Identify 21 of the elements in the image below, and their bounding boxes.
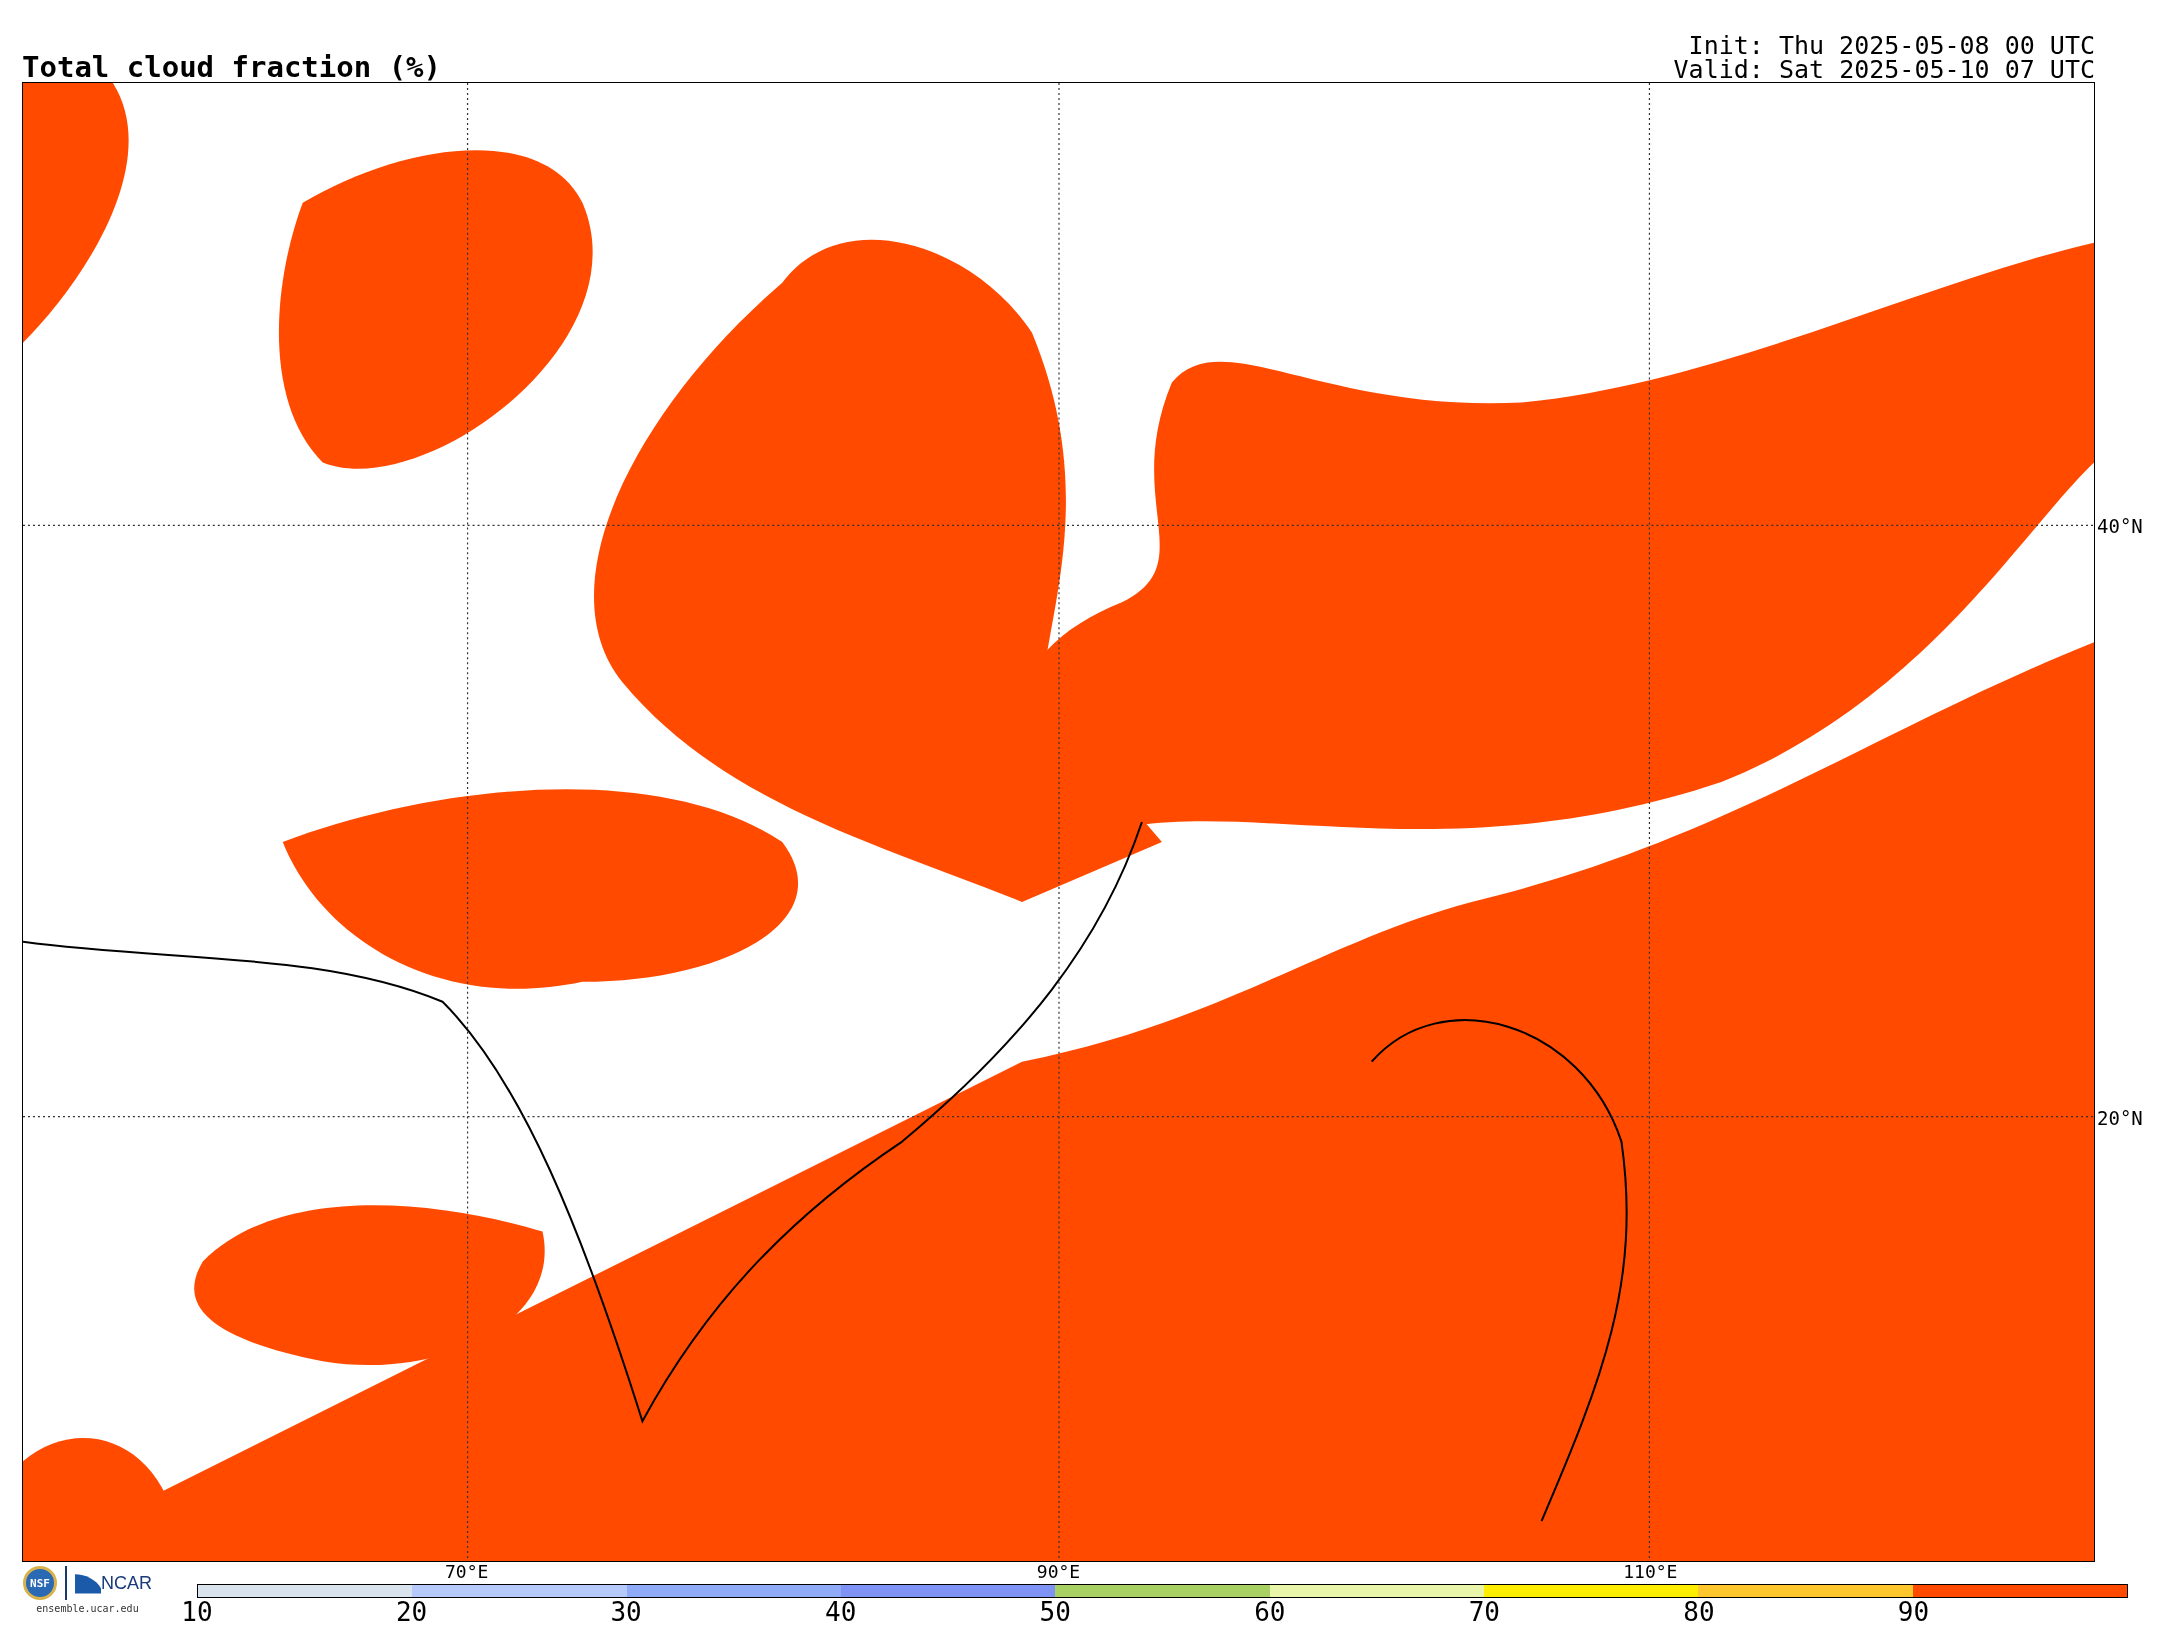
tick-label: 50 xyxy=(1039,1599,1071,1625)
tick-label: 40 xyxy=(825,1599,857,1625)
tick-label: 10 xyxy=(181,1599,213,1625)
longitude-label: 110°E xyxy=(1623,1563,1678,1581)
website-url: ensemble.ucar.edu xyxy=(36,1603,139,1615)
tick-label: 70 xyxy=(1468,1599,1501,1625)
nsf-logo: NSF xyxy=(23,1566,57,1600)
longitude-label: 90°E xyxy=(1036,1563,1081,1581)
chart-title: Total cloud fraction (%) xyxy=(22,52,442,82)
longitude-label: 70°E xyxy=(445,1563,489,1581)
init-time: Init: Thu 2025-05-08 00 UTC xyxy=(1688,34,2095,58)
swoosh-icon xyxy=(75,1572,101,1594)
tick-label: 30 xyxy=(610,1599,642,1625)
tick-label: 80 xyxy=(1683,1599,1715,1625)
tick-label: 90 xyxy=(1897,1599,1930,1625)
latitude-label: 20°N xyxy=(2097,1107,2143,1129)
latitude-label: 40°N xyxy=(2097,515,2143,537)
valid-time: Valid: Sat 2025-05-10 07 UTC xyxy=(1673,58,2095,82)
tick-label: 60 xyxy=(1254,1599,1286,1625)
ncar-logo-text: NCAR xyxy=(101,1573,152,1594)
tick-label: 20 xyxy=(395,1599,428,1625)
